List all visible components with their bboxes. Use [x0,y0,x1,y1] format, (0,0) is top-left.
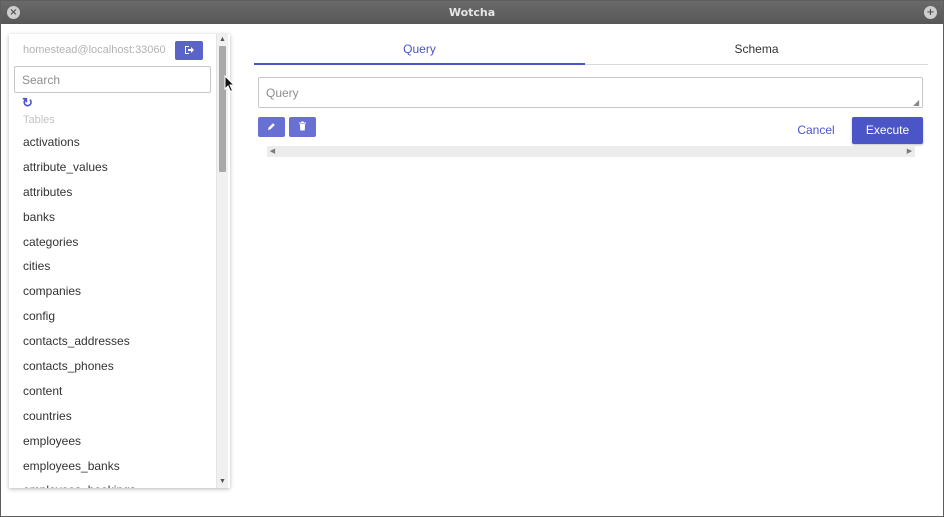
main-tabs: Query Schema [254,37,928,65]
close-icon[interactable]: × [7,6,20,19]
tab-schema[interactable]: Schema [585,37,928,65]
table-item[interactable]: employees [9,429,217,454]
cancel-button[interactable]: Cancel [788,119,844,141]
connection-label: homestead@localhost:33060 [23,44,166,56]
scroll-right-icon[interactable]: ▶ [904,146,915,157]
scroll-up-icon[interactable]: ▲ [217,34,228,46]
table-item[interactable]: cities [9,254,217,279]
table-item[interactable]: banks [9,205,217,230]
scroll-down-icon[interactable]: ▼ [217,476,228,488]
scroll-thumb[interactable] [219,46,226,172]
resize-grip-icon[interactable]: ◢ [913,99,919,107]
table-item[interactable]: config [9,304,217,329]
window-title: Wotcha [448,6,496,19]
sidebar: homestead@localhost:33060 ↻ Tables activ… [9,34,230,488]
trash-icon [299,121,306,131]
connection-row: homestead@localhost:33060 [9,34,217,64]
table-item[interactable]: contacts_phones [9,354,217,379]
table-item[interactable]: countries [9,404,217,429]
table-item[interactable]: employees_banks [9,454,217,479]
edit-button[interactable] [258,117,285,137]
table-item[interactable]: attributes [9,180,217,205]
app-window: × Wotcha + homestead@localhost:33060 ↻ T… [0,0,944,517]
execute-button[interactable]: Execute [852,117,923,144]
title-bar[interactable]: × Wotcha + [1,1,943,24]
table-item[interactable]: activations [9,130,217,155]
scroll-left-icon[interactable]: ◀ [267,146,278,157]
sidebar-scrollbar[interactable]: ▲ ▼ [216,34,228,488]
refresh-icon[interactable]: ↻ [22,95,33,111]
table-item[interactable]: categories [9,230,217,255]
disconnect-button[interactable] [175,41,203,60]
search-input[interactable] [14,66,211,93]
tab-query[interactable]: Query [254,37,585,65]
query-input[interactable] [258,77,923,108]
table-item[interactable]: companies [9,279,217,304]
table-item[interactable]: employees_bookings [9,478,217,488]
pencil-icon [268,123,275,130]
tables-heading: Tables [23,114,55,126]
app-content: homestead@localhost:33060 ↻ Tables activ… [1,24,943,516]
maximize-icon[interactable]: + [924,6,937,19]
table-item[interactable]: contacts_addresses [9,329,217,354]
table-item[interactable]: content [9,379,217,404]
sign-out-icon [184,46,194,55]
mouse-cursor-icon [224,75,236,93]
clear-button[interactable] [289,117,316,137]
table-item[interactable]: attribute_values [9,155,217,180]
table-list: activations attribute_values attributes … [9,130,217,488]
results-horizontal-scrollbar[interactable]: ◀ ▶ [267,146,915,157]
